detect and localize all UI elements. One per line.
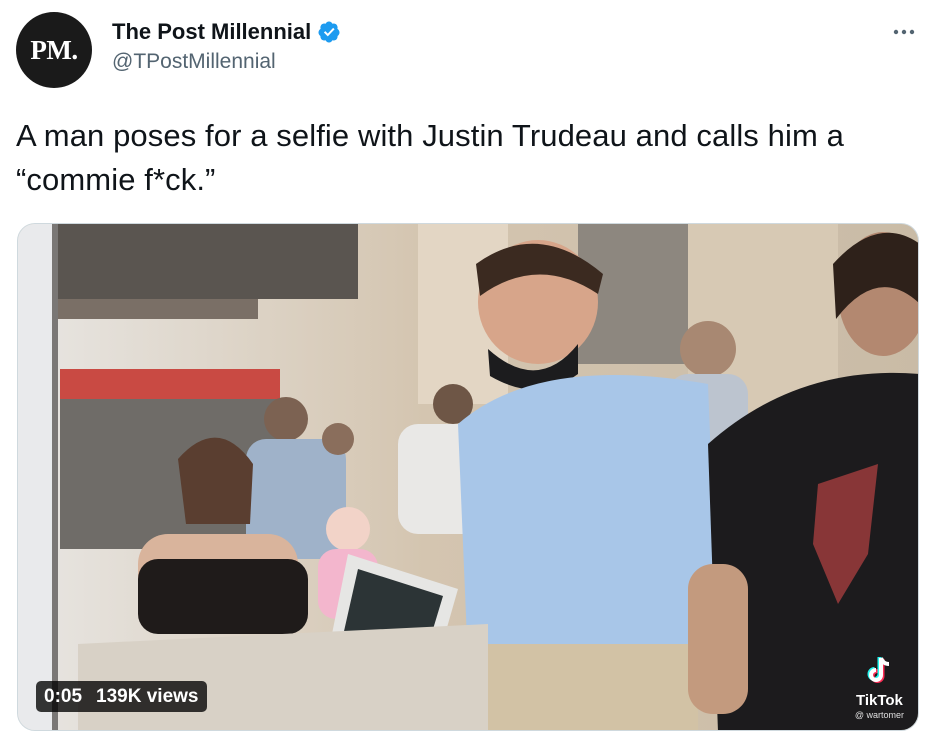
user-info: The Post Millennial @TPostMillennial [112, 17, 341, 74]
video-player[interactable]: 0:05 139K views TikTok @ wartomer [17, 223, 919, 731]
tweet-text: A man poses for a selfie with Justin Tru… [16, 118, 844, 197]
handle[interactable]: @TPostMillennial [112, 50, 341, 74]
tiktok-logo-icon [865, 655, 893, 690]
more-options-icon[interactable] [888, 16, 920, 48]
video-info-badge: 0:05 139K views [36, 681, 207, 712]
tweet-card[interactable]: PM. The Post Millennial @TPostMillennial… [0, 0, 938, 756]
tiktok-watermark: TikTok @ wartomer [855, 655, 904, 720]
tiktok-username: @ wartomer [854, 710, 904, 720]
avatar[interactable]: PM. [16, 12, 92, 88]
name-row: The Post Millennial [112, 17, 341, 47]
video-frame [18, 224, 918, 730]
tiktok-label: TikTok [855, 692, 903, 709]
view-count: 139K views [96, 685, 199, 707]
video-duration: 0:05 [44, 685, 83, 707]
verified-badge-icon [317, 20, 341, 44]
display-name[interactable]: The Post Millennial [112, 19, 311, 45]
